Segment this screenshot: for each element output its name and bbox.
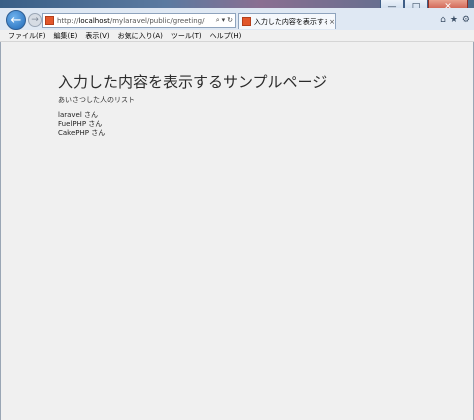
browser-right-icons: ⌂ ★ ⚙ bbox=[440, 15, 470, 25]
tab-close-icon[interactable]: × bbox=[329, 18, 335, 26]
list-item: CakePHP さん bbox=[58, 129, 106, 137]
tab-title: 入力した内容を表示する… bbox=[253, 17, 327, 26]
greeting-list: laravel さん FuelPHP さん CakePHP さん bbox=[58, 111, 105, 138]
url-path: /mylaravel/public/greeting/all bbox=[109, 16, 205, 25]
site-favicon-icon bbox=[45, 16, 54, 25]
url-scheme: http:// bbox=[57, 16, 79, 25]
favorites-star-icon[interactable]: ★ bbox=[450, 15, 458, 25]
menu-tools[interactable]: ツール(T) bbox=[167, 31, 206, 41]
page-content: 入力した内容を表示するサンプルページ あいさつした人のリスト laravel さ… bbox=[0, 42, 474, 420]
back-button[interactable]: ← bbox=[6, 10, 26, 30]
list-item: FuelPHP さん bbox=[58, 120, 103, 128]
forward-button[interactable]: → bbox=[28, 13, 42, 27]
arrow-right-icon: → bbox=[31, 15, 39, 25]
search-icon[interactable]: ⌕ bbox=[216, 16, 220, 25]
home-icon[interactable]: ⌂ bbox=[440, 15, 446, 25]
menu-file[interactable]: ファイル(F) bbox=[0, 31, 50, 41]
menu-help[interactable]: ヘルプ(H) bbox=[206, 31, 246, 41]
page-subtitle: あいさつした人のリスト bbox=[58, 96, 135, 104]
menu-bar: ファイル(F) 編集(E) 表示(V) お気に入り(A) ツール(T) ヘルプ(… bbox=[0, 30, 474, 42]
menu-favorites[interactable]: お気に入り(A) bbox=[114, 31, 167, 41]
list-item: laravel さん bbox=[58, 111, 99, 119]
gear-icon[interactable]: ⚙ bbox=[462, 15, 470, 25]
browser-window: — □ ✕ ← → http://localhost/mylaravel/pub… bbox=[0, 0, 474, 420]
address-bar[interactable]: http://localhost/mylaravel/public/greeti… bbox=[42, 13, 236, 28]
refresh-icon[interactable]: ↻ bbox=[227, 16, 233, 25]
page-title: 入力した内容を表示するサンプルページ bbox=[58, 73, 328, 91]
menu-view[interactable]: 表示(V) bbox=[81, 31, 113, 41]
url-host: localhost bbox=[78, 16, 110, 25]
address-url[interactable]: http://localhost/mylaravel/public/greeti… bbox=[57, 17, 205, 25]
chevron-down-icon[interactable]: ▾ bbox=[222, 16, 226, 25]
browser-tab[interactable]: 入力した内容を表示する… × bbox=[238, 13, 336, 29]
arrow-left-icon: ← bbox=[10, 12, 22, 28]
address-actions: ⌕ ▾ ↻ bbox=[216, 16, 233, 25]
tab-favicon-icon bbox=[242, 17, 251, 26]
menu-edit[interactable]: 編集(E) bbox=[50, 31, 82, 41]
